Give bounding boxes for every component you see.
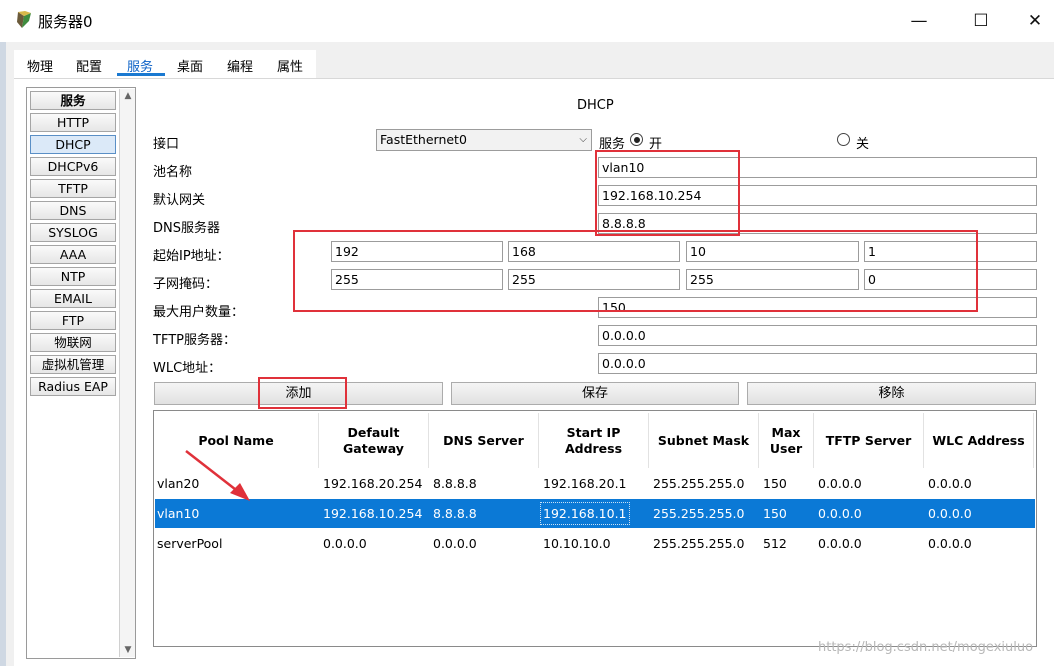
sidebar-item-vm-management[interactable]: 虚拟机管理: [30, 355, 116, 374]
cell-tftp-server: 0.0.0.0: [818, 506, 862, 521]
sidebar-scrollbar[interactable]: ▲ ▼: [119, 89, 135, 657]
cell-tftp-server: 0.0.0.0: [818, 476, 862, 491]
cell-tftp-server: 0.0.0.0: [818, 536, 862, 551]
cell-start-ip: 192.168.20.1: [543, 476, 627, 491]
column-header-wlc-address: WLC Address: [924, 413, 1034, 468]
annotation-box-pool-fields: [595, 150, 740, 236]
sidebar-item-ftp[interactable]: FTP: [30, 311, 116, 330]
cell-default-gateway: 192.168.10.254: [323, 506, 423, 521]
sidebar-header-services: 服务: [30, 91, 116, 110]
section-title: DHCP: [577, 98, 614, 113]
cell-wlc-address: 0.0.0.0: [928, 476, 972, 491]
wlc-address-input[interactable]: 0.0.0.0: [598, 353, 1037, 374]
minimize-button[interactable]: —: [896, 6, 942, 36]
column-header-tftp-server: TFTP Server: [814, 413, 924, 468]
cell-max-user: 150: [763, 476, 787, 491]
background-strip: [0, 42, 6, 666]
cell-default-gateway: 192.168.20.254: [323, 476, 423, 491]
cell-dns-server: 8.8.8.8: [433, 506, 477, 521]
sidebar-item-ntp[interactable]: NTP: [30, 267, 116, 286]
scroll-down-icon[interactable]: ▼: [122, 645, 134, 655]
tftp-server-input[interactable]: 0.0.0.0: [598, 325, 1037, 346]
cell-pool-name: vlan10: [157, 506, 200, 521]
close-button[interactable]: ✕: [1012, 6, 1054, 36]
subnet-mask-label: 子网掩码：: [153, 277, 219, 292]
service-sidebar: 服务 HTTP DHCP DHCPv6 TFTP DNS SYSLOG AAA …: [26, 87, 136, 659]
table-row-selected[interactable]: vlan10 192.168.10.254 8.8.8.8 192.168.10…: [155, 499, 1035, 528]
interface-label: 接口: [153, 137, 180, 152]
tab-physical[interactable]: 物理: [27, 56, 53, 75]
cell-start-ip: 10.10.10.0: [543, 536, 611, 551]
column-header-dns-server: DNS Server: [429, 413, 539, 468]
cell-wlc-address: 0.0.0.0: [928, 536, 972, 551]
cell-subnet-mask: 255.255.255.0: [653, 476, 745, 491]
maximize-button[interactable]: ☐: [958, 6, 1004, 36]
tab-config[interactable]: 配置: [76, 56, 102, 75]
sidebar-item-dhcp[interactable]: DHCP: [30, 135, 116, 154]
sidebar-item-email[interactable]: EMAIL: [30, 289, 116, 308]
dns-label: DNS服务器: [153, 221, 220, 236]
column-header-max-user: Max User: [759, 413, 814, 468]
active-tab-indicator: [117, 73, 165, 76]
sidebar-item-tftp[interactable]: TFTP: [30, 179, 116, 198]
interface-select[interactable]: FastEthernet0 ⌵: [376, 129, 592, 151]
sidebar-item-iot[interactable]: 物联网: [30, 333, 116, 352]
watermark: https://blog.csdn.net/mogexiuluo: [818, 640, 1034, 655]
column-header-start-ip: Start IP Address: [539, 413, 649, 468]
window-title: 服务器0: [38, 13, 93, 31]
service-off-radio[interactable]: [837, 133, 850, 146]
wlc-address-label: WLC地址：: [153, 361, 222, 376]
cell-max-user: 512: [763, 536, 787, 551]
cell-pool-name: serverPool: [157, 536, 223, 551]
cell-default-gateway: 0.0.0.0: [323, 536, 367, 551]
interface-value: FastEthernet0: [380, 132, 467, 147]
tab-programming[interactable]: 编程: [227, 56, 253, 75]
sidebar-item-aaa[interactable]: AAA: [30, 245, 116, 264]
cell-wlc-address: 0.0.0.0: [928, 506, 972, 521]
pool-name-label: 池名称: [153, 165, 193, 180]
chevron-down-icon: ⌵: [579, 134, 587, 145]
cell-max-user: 150: [763, 506, 787, 521]
annotation-arrow-icon: [185, 450, 250, 501]
table-row[interactable]: vlan20 192.168.20.254 8.8.8.8 192.168.20…: [155, 469, 1035, 498]
cell-start-ip: 192.168.10.1: [540, 502, 630, 525]
tab-desktop[interactable]: 桌面: [177, 56, 203, 75]
remove-button[interactable]: 移除: [747, 382, 1036, 405]
sidebar-item-syslog[interactable]: SYSLOG: [30, 223, 116, 242]
service-on-radio[interactable]: [630, 133, 643, 146]
title-bar: 服务器0 — ☐ ✕: [0, 0, 1054, 42]
sidebar-item-dns[interactable]: DNS: [30, 201, 116, 220]
tftp-server-label: TFTP服务器：: [153, 333, 236, 348]
dhcp-pool-table: Pool Name Default Gateway DNS Server Sta…: [153, 410, 1037, 647]
service-off-label: 关: [856, 137, 870, 152]
sidebar-item-http[interactable]: HTTP: [30, 113, 116, 132]
cell-dns-server: 8.8.8.8: [433, 476, 477, 491]
cell-dns-server: 0.0.0.0: [433, 536, 477, 551]
save-button[interactable]: 保存: [451, 382, 739, 405]
radio-selected-icon: [633, 136, 640, 143]
column-header-subnet-mask: Subnet Mask: [649, 413, 759, 468]
tab-attributes[interactable]: 属性: [277, 56, 303, 75]
cell-subnet-mask: 255.255.255.0: [653, 506, 745, 521]
start-ip-label: 起始IP地址：: [153, 249, 230, 264]
cell-subnet-mask: 255.255.255.0: [653, 536, 745, 551]
column-header-default-gateway: Default Gateway: [319, 413, 429, 468]
table-row[interactable]: serverPool 0.0.0.0 0.0.0.0 10.10.10.0 25…: [155, 529, 1035, 558]
scroll-up-icon[interactable]: ▲: [122, 91, 134, 101]
annotation-box-add-button: [258, 377, 347, 409]
annotation-box-ip-fields: [293, 230, 978, 312]
tab-bar: 物理 配置 服务 桌面 编程 属性: [14, 50, 316, 78]
gateway-label: 默认网关: [153, 193, 206, 208]
sidebar-item-dhcpv6[interactable]: DHCPv6: [30, 157, 116, 176]
max-users-label: 最大用户数量：: [153, 305, 245, 320]
sidebar-item-radius-eap[interactable]: Radius EAP: [30, 377, 116, 396]
server-app-icon: [17, 11, 31, 28]
